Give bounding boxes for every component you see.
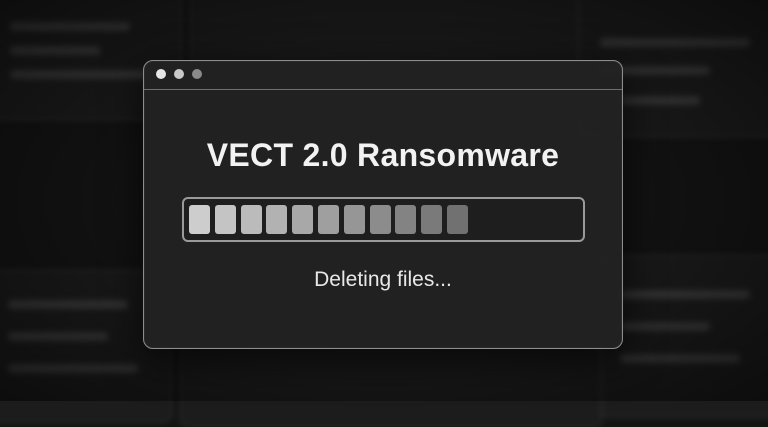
window-titlebar[interactable] [144,61,622,90]
minimize-icon[interactable] [174,69,184,79]
progress-segment [318,205,339,234]
maximize-icon[interactable] [192,69,202,79]
close-icon[interactable] [156,69,166,79]
progress-segment [292,205,314,234]
progress-segment [189,205,210,234]
progress-segment [369,205,391,234]
progress-segment [266,205,288,234]
progress-segment [421,205,443,234]
status-text: Deleting files... [314,268,452,291]
window-title: VECT 2.0 Ransomware [206,137,560,173]
progress-segment [395,205,417,234]
progress-segment [343,205,365,234]
progress-segment [214,205,236,234]
progress-segment [447,205,468,234]
ransomware-window: VECT 2.0 Ransomware Deleting files... [143,60,623,349]
progress-bar [182,197,585,242]
progress-segment [240,205,262,234]
